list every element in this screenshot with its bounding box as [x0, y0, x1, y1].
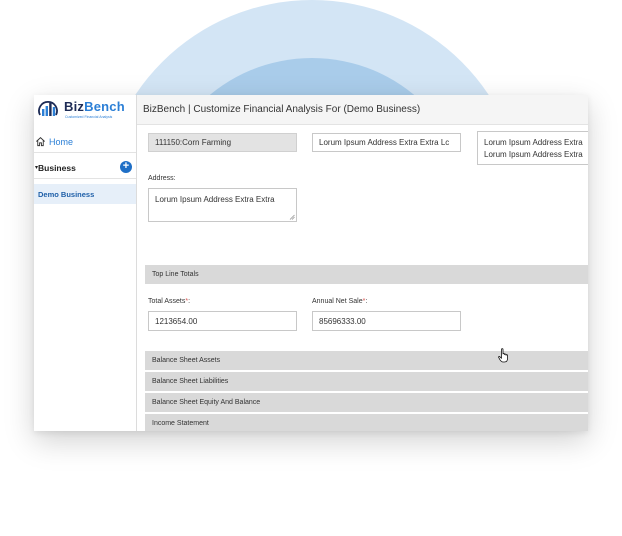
annual-net-sale-label: Annual Net Sale*:	[312, 298, 368, 305]
sidebar-item-business-label: Business	[38, 162, 76, 173]
address-line-value: Lorum Ipsum Address Extra Extra Lc	[319, 138, 450, 147]
address-value: Lorum Ipsum Address Extra Extra	[155, 195, 275, 204]
total-assets-input[interactable]: 1213654.00	[148, 311, 297, 331]
section-balance-sheet-assets[interactable]: Balance Sheet Assets	[145, 351, 588, 370]
main-content: 111150:Corn Farming Lorum Ipsum Address …	[137, 125, 588, 431]
annual-net-sale-input[interactable]: 85696333.00	[312, 311, 461, 331]
total-assets-value: 1213654.00	[155, 316, 198, 326]
section-top-line-totals[interactable]: Top Line Totals	[145, 265, 588, 284]
sidebar: BizBench Customized Financial Analysis H…	[34, 95, 137, 431]
add-business-button[interactable]: +	[120, 161, 132, 173]
page-title: BizBench | Customize Financial Analysis …	[143, 104, 421, 115]
sidebar-item-home-label: Home	[49, 136, 74, 147]
annual-net-sale-value: 85696333.00	[319, 316, 366, 326]
industry-field[interactable]: 111150:Corn Farming	[148, 133, 297, 152]
total-assets-label: Total Assets*:	[148, 298, 191, 305]
resize-grip-icon[interactable]	[289, 214, 295, 220]
sidebar-item-business[interactable]: ▾ Business +	[34, 157, 136, 179]
plus-icon: +	[122, 160, 130, 172]
home-icon	[36, 137, 45, 147]
sidebar-item-demo-business[interactable]: Demo Business	[34, 184, 136, 204]
section-balance-sheet-liabilities[interactable]: Balance Sheet Liabilities	[145, 372, 588, 391]
logo-chart-icon	[38, 101, 58, 116]
logo-name: BizBench	[64, 99, 125, 114]
hand-cursor-icon	[498, 348, 508, 363]
section-balance-sheet-equity[interactable]: Balance Sheet Equity And Balance	[145, 393, 588, 412]
logo-tagline: Customized Financial Analysis	[65, 115, 113, 119]
page-header: BizBench | Customize Financial Analysis …	[137, 95, 588, 125]
address-label: Address:	[148, 175, 176, 182]
sidebar-item-demo-business-label: Demo Business	[38, 189, 95, 199]
industry-value: 111150:Corn Farming	[155, 138, 232, 147]
address-extra-value: Lorum Ipsum Address Extra Lorum Ipsum Ad…	[484, 138, 583, 159]
address-extra-field[interactable]: Lorum Ipsum Address Extra Lorum Ipsum Ad…	[477, 131, 588, 165]
bizbench-logo[interactable]: BizBench Customized Financial Analysis	[34, 95, 137, 125]
section-income-statement[interactable]: Income Statement	[145, 414, 588, 431]
sidebar-item-home[interactable]: Home	[34, 131, 136, 153]
address-textarea[interactable]: Lorum Ipsum Address Extra Extra	[148, 188, 297, 222]
app-window: BizBench Customized Financial Analysis H…	[34, 95, 588, 431]
address-line-field[interactable]: Lorum Ipsum Address Extra Extra Lc	[312, 133, 461, 152]
stage: BizBench Customized Financial Analysis H…	[0, 0, 622, 536]
